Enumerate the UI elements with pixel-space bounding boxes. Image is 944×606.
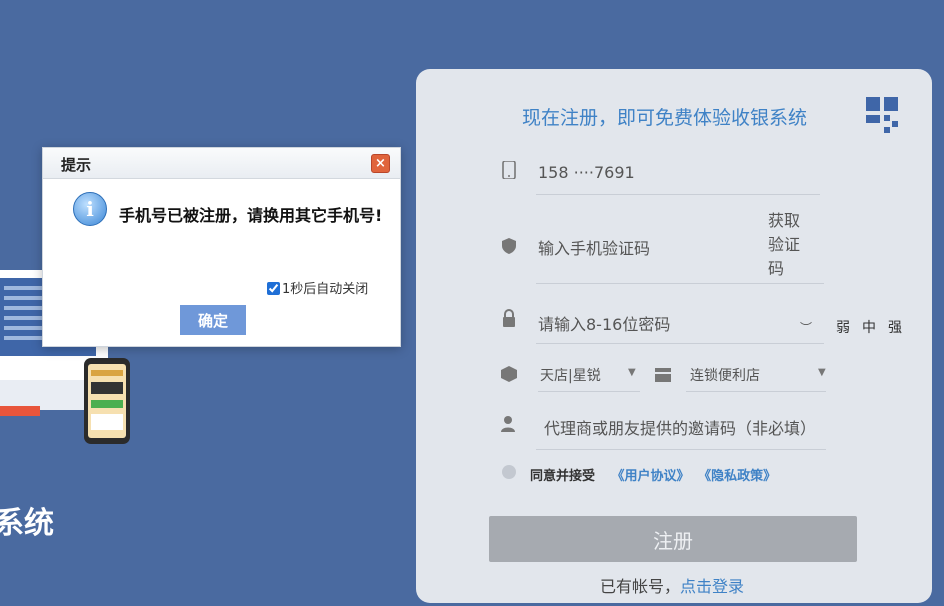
ok-button[interactable]: 确定	[180, 305, 246, 335]
mobile-phone-icon	[502, 161, 516, 179]
category-select[interactable]: 天店|星锐	[540, 365, 601, 385]
box-icon	[501, 366, 517, 382]
shield-icon	[502, 238, 516, 254]
agreement-row: 同意并接受 《用户协议》 《隐私政策》	[502, 465, 776, 484]
auto-close-checkbox[interactable]	[267, 282, 280, 295]
chevron-down-icon[interactable]: ▼	[818, 367, 826, 378]
background-title: 系统	[0, 506, 54, 541]
password-strength: 弱中强	[836, 317, 914, 337]
register-button[interactable]: 注册	[489, 516, 857, 562]
dialog-header: 提示 ×	[43, 148, 400, 179]
sms-code-input[interactable]: 输入手机验证码	[538, 235, 650, 259]
eye-closed-icon[interactable]: ︶	[800, 319, 812, 336]
register-heading: 现在注册，即可免费体验收银系统	[522, 107, 808, 129]
store-type-select[interactable]: 连锁便利店	[690, 365, 760, 385]
auto-close-option[interactable]: 1秒后自动关闭	[267, 278, 368, 297]
storefront-icon	[655, 368, 671, 382]
get-sms-code-button[interactable]: 获取验证码	[768, 209, 808, 281]
password-input[interactable]: 请输入8-16位密码	[538, 311, 670, 335]
register-card: 现在注册，即可免费体验收银系统 158 ····7691 输入手机验证码 获取验…	[416, 69, 932, 603]
strength-weak: 弱	[836, 320, 862, 336]
invite-code-input[interactable]: 代理商或朋友提供的邀请码（非必填）	[544, 415, 816, 439]
agree-label: 同意并接受	[530, 469, 596, 484]
user-agreement-link[interactable]: 《用户协议》	[612, 469, 690, 484]
login-prefix: 已有帐号，	[600, 577, 681, 596]
login-line: 已有帐号，点击登录	[600, 573, 744, 597]
info-icon: i	[73, 192, 107, 226]
selects-row: 天店|星锐 ▼ 连锁便利店 ▼	[500, 365, 840, 395]
strength-strong: 强	[888, 320, 914, 336]
dialog-title: 提示	[61, 156, 92, 174]
invite-row: 代理商或朋友提供的邀请码（非必填）	[500, 415, 830, 451]
phone-row: 158 ····7691	[500, 161, 820, 197]
login-link[interactable]: 点击登录	[680, 577, 744, 596]
sms-row: 输入手机验证码 获取验证码	[500, 209, 830, 285]
close-icon[interactable]: ×	[371, 154, 390, 173]
chevron-down-icon[interactable]: ▼	[628, 367, 636, 378]
auto-close-label: 1秒后自动关闭	[282, 282, 369, 297]
password-row: 请输入8-16位密码 ︶ 弱中强	[500, 309, 920, 345]
lock-icon	[503, 309, 515, 327]
dialog-message: 手机号已被注册，请换用其它手机号!	[119, 206, 383, 225]
alert-dialog: 提示 × i 手机号已被注册，请换用其它手机号! 1秒后自动关闭 确定	[42, 147, 401, 347]
qr-code-icon[interactable]	[862, 93, 904, 137]
user-icon	[501, 416, 515, 432]
phone-illustration	[84, 358, 130, 444]
strength-medium: 中	[862, 320, 888, 336]
phone-input[interactable]: 158 ····7691	[538, 163, 635, 182]
privacy-policy-link[interactable]: 《隐私政策》	[698, 469, 776, 484]
agree-checkbox[interactable]	[502, 465, 516, 479]
